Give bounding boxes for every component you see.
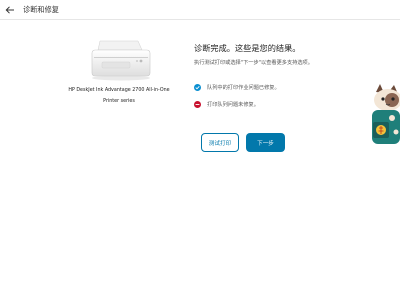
check-circle-icon [194,84,201,91]
product-name: HP DeskJet Ink Advantage 2700 All-in-One… [68,88,170,104]
page-title: 诊断和修复 [23,4,59,14]
next-button[interactable]: 下一步 [246,133,285,152]
arrow-left-icon [5,5,14,14]
status-item-not-fixed: 打印队列问题未修复。 [194,101,259,108]
minus-circle-icon [194,101,201,108]
result-title: 诊断完成。这些是您的结果。 [194,43,301,53]
test-print-button[interactable]: 测试打印 [201,133,239,152]
status-item-fixed: 队列中的打印作业问题已修复。 [194,84,280,91]
status-text-fixed: 队列中的打印作业问题已修复。 [207,85,280,91]
printer-image [88,38,154,82]
result-subtitle: 执行测试打印或选择"下一步"以查看更多支持选项。 [194,60,313,66]
header-bar: 诊断和修复 [0,0,400,19]
header-divider [0,19,400,20]
status-text-not-fixed: 打印队列问题未修复。 [207,102,259,108]
back-button[interactable] [1,0,19,19]
cat-mascot-image [366,82,400,150]
